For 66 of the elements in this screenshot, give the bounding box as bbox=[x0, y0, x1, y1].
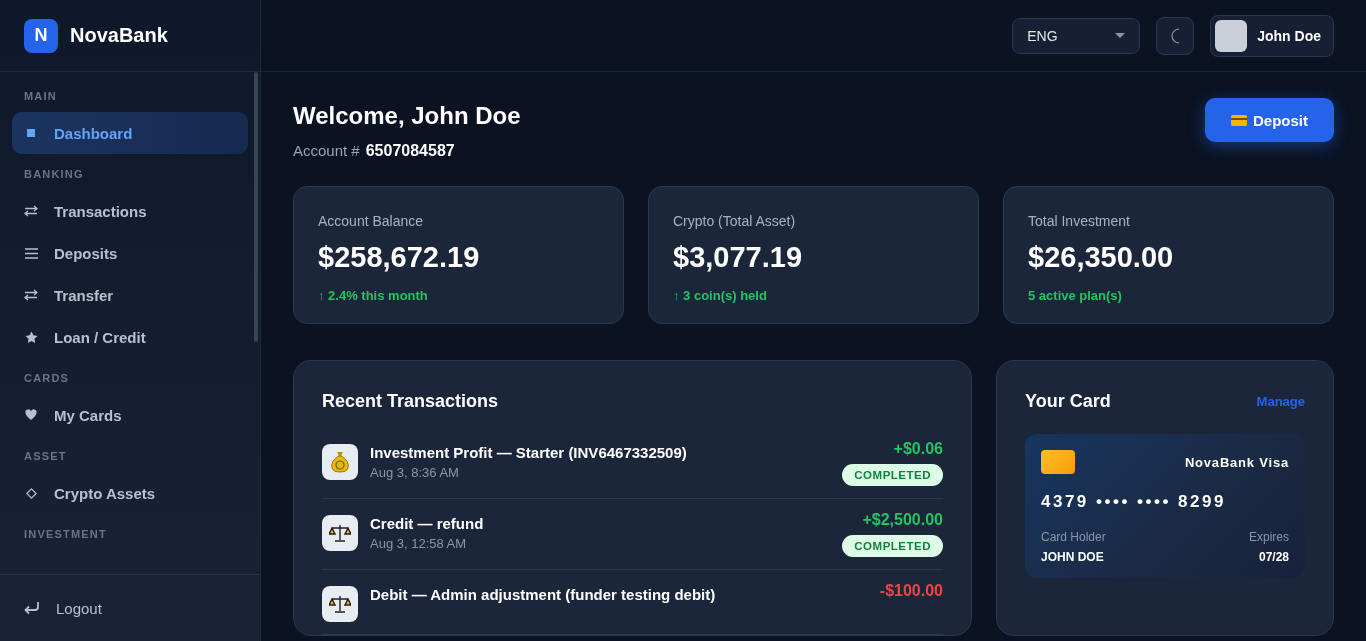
stat-label: Crypto (Total Asset) bbox=[673, 213, 797, 229]
transaction-amount: +$2,500.00 bbox=[862, 511, 943, 529]
section-title: MAIN bbox=[23, 90, 58, 102]
theme-toggle-button[interactable] bbox=[1156, 16, 1195, 55]
money-bag-icon bbox=[330, 451, 350, 473]
status-badge: COMPLETED bbox=[842, 535, 943, 557]
expires-label: Expires bbox=[1249, 530, 1289, 544]
holder-name: JOHN DOE bbox=[1041, 550, 1104, 564]
stat-value: $3,077.19 bbox=[673, 241, 803, 274]
panel-title: Recent Transactions bbox=[322, 391, 500, 412]
section-title: INVESTMENT bbox=[23, 528, 108, 540]
nav-item[interactable]: Dashboard bbox=[12, 112, 248, 154]
moon-icon bbox=[1169, 27, 1182, 44]
square-icon bbox=[27, 129, 35, 137]
stat-note: 5 active plan(s) bbox=[1028, 288, 1123, 303]
stat-note: ↑ 2.4% this month bbox=[318, 288, 429, 303]
transaction-title: Debit — Admin adjustment (funder testing debit) bbox=[370, 586, 717, 603]
scrollbar[interactable] bbox=[254, 72, 258, 342]
card-number: 4379 •••• •••• 8299 bbox=[1041, 492, 1227, 512]
nav-item[interactable]: Transfer bbox=[12, 274, 248, 316]
logo: N bbox=[24, 18, 58, 53]
list-icon bbox=[24, 247, 38, 259]
account-number: 6507084587 bbox=[365, 142, 455, 160]
heart-icon bbox=[25, 409, 37, 421]
swap-arrows-icon bbox=[24, 205, 38, 217]
nav-item[interactable]: Transactions bbox=[12, 190, 248, 232]
section-title: CARDS bbox=[23, 372, 71, 384]
stat-value: $258,672.19 bbox=[318, 241, 481, 274]
expiry-date: 07/28 bbox=[1258, 550, 1289, 564]
nav-item[interactable]: My Cards bbox=[12, 394, 248, 436]
caret-icon bbox=[1115, 33, 1126, 38]
stat-note: ↑ 3 coin(s) held bbox=[673, 288, 768, 303]
stat-value: $26,350.00 bbox=[1028, 241, 1175, 274]
stat-label: Account Balance bbox=[318, 213, 425, 229]
nav-item[interactable]: Deposits bbox=[12, 232, 248, 274]
scales-icon bbox=[329, 594, 351, 614]
chip-icon bbox=[1041, 450, 1075, 474]
scales-icon bbox=[329, 523, 351, 543]
logout-link[interactable]: Logout bbox=[24, 599, 102, 617]
nav-item[interactable]: Loan / Credit bbox=[12, 316, 248, 358]
section-title: ASSET bbox=[23, 450, 68, 462]
transaction-title: Investment Profit — Starter (INV6467332509) bbox=[370, 444, 688, 461]
welcome-title: Welcome, John Doe bbox=[293, 102, 521, 130]
transaction-date: Aug 3, 8:36 AM bbox=[370, 465, 460, 480]
user-menu-button[interactable]: John Doe bbox=[1210, 14, 1334, 57]
star-icon bbox=[24, 330, 38, 344]
nav-item[interactable]: Crypto Assets bbox=[12, 472, 248, 514]
transaction-amount: +$0.06 bbox=[893, 440, 943, 458]
transaction-title: Credit — refund bbox=[370, 515, 485, 532]
brand-name: NovaBank bbox=[70, 24, 168, 47]
account-label: Account # bbox=[293, 142, 360, 159]
diamond-icon bbox=[25, 487, 37, 499]
section-title: BANKING bbox=[23, 168, 85, 180]
card-icon bbox=[1231, 114, 1247, 126]
language-select[interactable]: ENG bbox=[1012, 17, 1141, 54]
return-arrow-icon bbox=[24, 601, 40, 615]
transaction-amount: -$100.00 bbox=[879, 582, 943, 600]
swap-arrows-icon bbox=[24, 289, 38, 301]
holder-label: Card Holder bbox=[1041, 530, 1106, 544]
card-brand: NovaBank Visa bbox=[1184, 454, 1289, 470]
transaction-date: Aug 3, 12:58 AM bbox=[370, 536, 468, 551]
status-badge: COMPLETED bbox=[842, 464, 943, 486]
avatar-placeholder bbox=[1215, 19, 1248, 52]
panel-title: Your Card bbox=[1025, 391, 1111, 412]
deposit-button[interactable]: Deposit bbox=[1205, 98, 1334, 142]
stat-label: Total Investment bbox=[1028, 213, 1131, 229]
